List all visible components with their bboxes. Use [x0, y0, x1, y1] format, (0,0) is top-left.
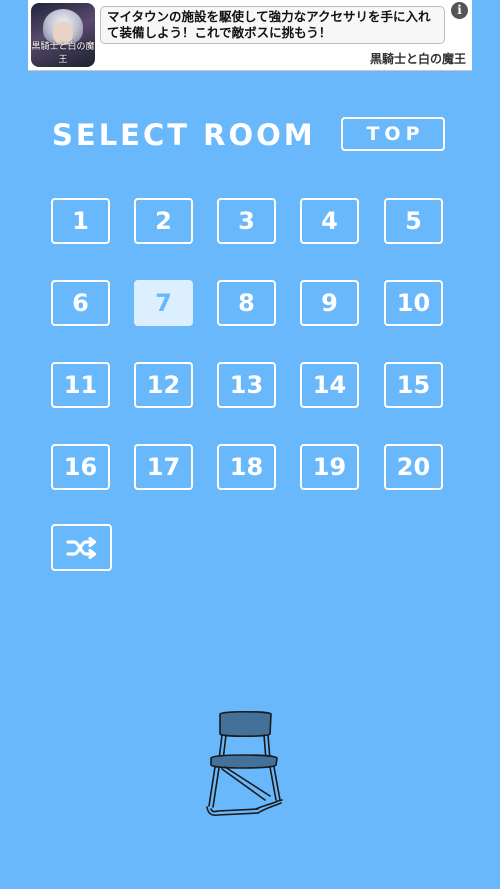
room-button-12[interactable]: 12 — [134, 362, 193, 408]
room-button-20[interactable]: 20 — [384, 444, 443, 490]
ad-thumbnail-caption: 黒騎士と白の魔王 — [31, 42, 95, 65]
ad-text[interactable]: マイタウンの施設を駆使して強力なアクセサリを手に入れて装備しよう！これで敵ボスに… — [100, 6, 445, 44]
room-button-13[interactable]: 13 — [217, 362, 276, 408]
ad-thumbnail[interactable]: 黒騎士と白の魔王 — [31, 3, 95, 67]
room-button-15[interactable]: 15 — [384, 362, 443, 408]
shuffle-button[interactable] — [51, 524, 112, 571]
room-button-16[interactable]: 16 — [51, 444, 110, 490]
room-button-6[interactable]: 6 — [51, 280, 110, 326]
room-button-17[interactable]: 17 — [134, 444, 193, 490]
page-title: SELECT ROOM — [52, 118, 316, 152]
room-button-18[interactable]: 18 — [217, 444, 276, 490]
room-button-11[interactable]: 11 — [51, 362, 110, 408]
room-button-4[interactable]: 4 — [300, 198, 359, 244]
top-button[interactable]: TOP — [341, 117, 445, 151]
room-button-2[interactable]: 2 — [134, 198, 193, 244]
room-button-9[interactable]: 9 — [300, 280, 359, 326]
ad-banner[interactable]: 黒騎士と白の魔王 マイタウンの施設を駆使して強力なアクセサリを手に入れて装備しよ… — [28, 0, 472, 71]
room-button-5[interactable]: 5 — [384, 198, 443, 244]
room-button-3[interactable]: 3 — [217, 198, 276, 244]
room-button-8[interactable]: 8 — [217, 280, 276, 326]
room-button-19[interactable]: 19 — [300, 444, 359, 490]
room-button-10[interactable]: 10 — [384, 280, 443, 326]
room-button-1[interactable]: 1 — [51, 198, 110, 244]
folding-chair-icon — [206, 710, 283, 817]
ad-source-name: 黒騎士と白の魔王 — [369, 52, 466, 66]
shuffle-icon — [65, 536, 96, 559]
ad-info-icon[interactable]: i — [451, 2, 468, 19]
room-button-7[interactable]: 7 — [134, 280, 193, 326]
room-button-14[interactable]: 14 — [300, 362, 359, 408]
